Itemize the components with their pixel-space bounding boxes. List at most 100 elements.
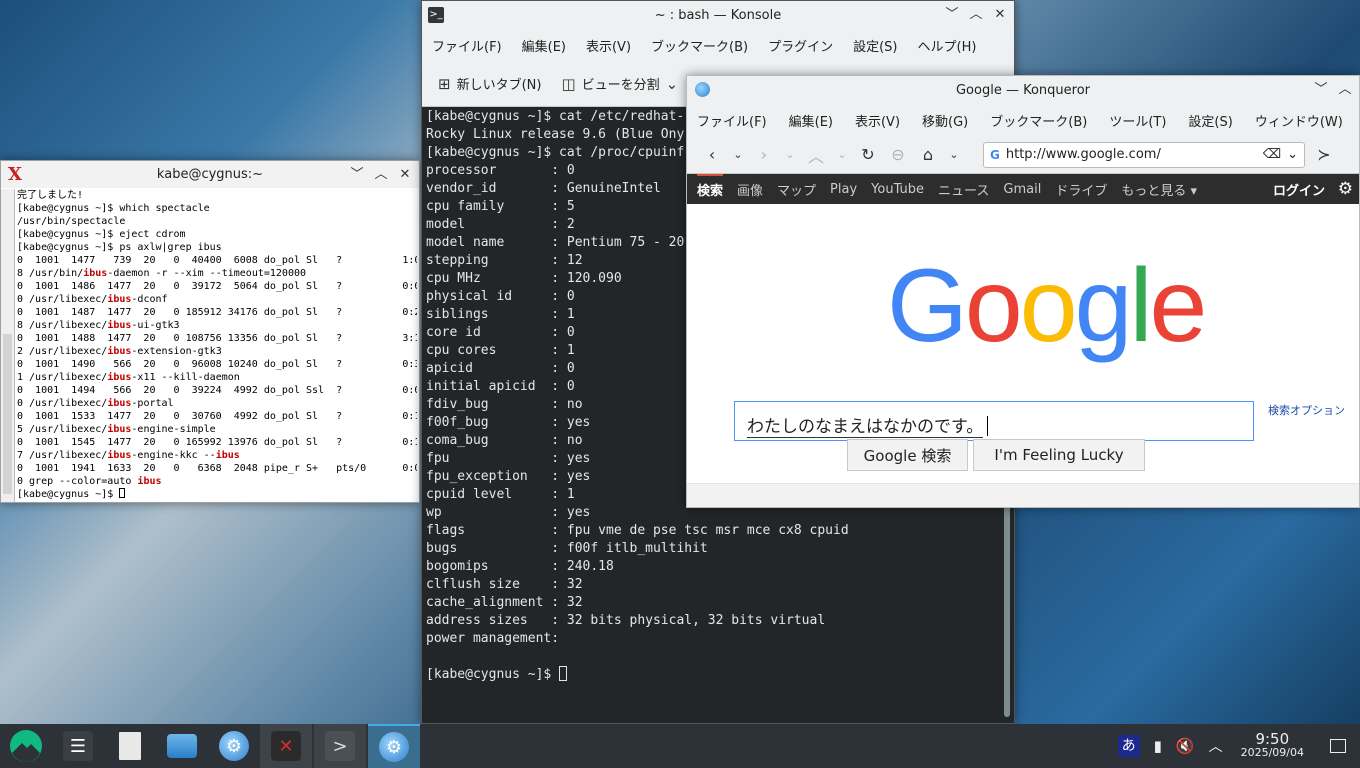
new-tab-button[interactable]: ⊞ 新しいタブ(N) xyxy=(438,74,541,94)
volume-muted-icon[interactable]: 🔇 xyxy=(1176,737,1195,755)
terminal-text: [kabe@cygnus ~]$ ps axlw|grep ibus xyxy=(17,242,222,253)
terminal-text: 0 1001 1494 566 20 0 39224 4992 do_pol S… xyxy=(17,385,417,396)
close-icon[interactable]: ✕ xyxy=(990,5,1010,25)
grep-match-text: ibus xyxy=(215,450,240,461)
logo-letter-o2: o xyxy=(1019,248,1078,364)
up-icon[interactable]: ︿ xyxy=(805,143,827,167)
gbar-drive[interactable]: ドライブ xyxy=(1055,180,1107,199)
menu-help[interactable]: ヘルプ(H) xyxy=(918,36,977,55)
xterm-scrollbar[interactable] xyxy=(1,189,15,502)
gbar-gmail[interactable]: Gmail xyxy=(1003,182,1041,197)
url-bar[interactable]: G http://www.google.com/ ⌫ ⌄ xyxy=(983,141,1305,168)
forward-icon[interactable]: › xyxy=(753,145,775,164)
app-launcher-button[interactable] xyxy=(0,724,52,768)
reload-icon[interactable]: ↻ xyxy=(857,145,879,164)
terminal-icon: >_ xyxy=(428,7,444,23)
menu-window[interactable]: ウィンドウ(W) xyxy=(1255,111,1343,130)
stop-icon[interactable]: ⊖ xyxy=(887,145,909,164)
xterm-scrollbar-thumb[interactable] xyxy=(3,334,12,494)
xterm-titlebar[interactable]: X kabe@cygnus:~ ﹀ ︿ ✕ xyxy=(1,161,419,188)
menu-go[interactable]: 移動(G) xyxy=(922,111,968,130)
gbar-news[interactable]: ニュース xyxy=(938,180,989,199)
minimize-icon[interactable]: ﹀ xyxy=(1311,80,1331,100)
konsole-titlebar[interactable]: >_ ~ : bash — Konsole ﹀ ︿ ✕ xyxy=(422,1,1014,29)
gbar-maps[interactable]: マップ xyxy=(777,180,816,199)
menu-tools[interactable]: ツール(T) xyxy=(1109,111,1166,130)
gbar-play[interactable]: Play xyxy=(830,182,857,197)
rocky-linux-icon xyxy=(10,730,42,762)
gbar-more[interactable]: もっと見る ▾ xyxy=(1121,180,1197,199)
menu-file[interactable]: ファイル(F) xyxy=(432,36,502,55)
clock-date: 2025/09/04 xyxy=(1240,746,1304,759)
google-search-button[interactable]: Google 検索 xyxy=(847,439,968,471)
browser-launcher-button[interactable]: ⚙ xyxy=(208,724,260,768)
konsole-title: ~ : bash — Konsole xyxy=(654,7,782,23)
terminal-line: 0 1001 1941 1633 20 0 6368 2048 pipe_r S… xyxy=(17,462,417,475)
menu-edit[interactable]: 編集(E) xyxy=(789,111,833,130)
terminal-line: 0 1001 1490 566 20 0 96008 10240 do_pol … xyxy=(17,358,417,371)
document-button[interactable] xyxy=(104,724,156,768)
pager-button[interactable]: ☰ xyxy=(52,724,104,768)
document-icon xyxy=(119,732,141,760)
grep-match-text: ibus xyxy=(137,476,162,487)
file-manager-button[interactable] xyxy=(156,724,208,768)
url-history-chevron-icon[interactable]: ⌄ xyxy=(1287,147,1298,162)
menu-edit[interactable]: 編集(E) xyxy=(522,36,566,55)
clock[interactable]: 9:50 2025/09/04 xyxy=(1241,732,1304,760)
xterm-window[interactable]: X kabe@cygnus:~ ﹀ ︿ ✕ 完了しました! [kabe@cygnu… xyxy=(0,160,420,503)
terminal-line: 0 1001 1545 1477 20 0 165992 13976 do_po… xyxy=(17,436,417,449)
back-history-chevron-icon[interactable]: ⌄ xyxy=(731,148,745,161)
go-icon[interactable]: ≻ xyxy=(1313,145,1335,164)
konqueror-titlebar[interactable]: Google — Konqueror ﹀ ︿ xyxy=(687,76,1359,104)
clear-url-icon[interactable]: ⌫ xyxy=(1263,147,1281,162)
google-search-input[interactable]: わたしのなまえはなかのです。 xyxy=(734,401,1254,441)
minimize-icon[interactable]: ﹀ xyxy=(347,165,367,185)
url-text[interactable]: http://www.google.com/ xyxy=(1006,147,1257,162)
ime-indicator[interactable]: あ xyxy=(1117,735,1140,757)
minimize-icon[interactable]: ﹀ xyxy=(942,5,962,25)
google-favicon-icon: G xyxy=(990,147,1000,162)
xterm-terminal-output[interactable]: 完了しました! [kabe@cygnus ~]$ which spectacle /… xyxy=(17,189,417,502)
menu-settings[interactable]: 設定(S) xyxy=(1188,111,1232,130)
gbar-youtube[interactable]: YouTube xyxy=(871,182,924,197)
menu-bookmarks[interactable]: ブックマーク(B) xyxy=(651,36,748,55)
search-options-link[interactable]: 検索オプション xyxy=(1268,402,1345,418)
usb-icon[interactable]: ▮ xyxy=(1154,737,1162,755)
terminal-text: 0 1001 1486 1477 20 0 39172 5064 do_pol … xyxy=(17,281,417,292)
terminal-cursor xyxy=(119,488,126,498)
maximize-icon[interactable]: ︿ xyxy=(966,5,986,25)
forward-history-chevron-icon[interactable]: ⌄ xyxy=(783,148,797,161)
menu-settings[interactable]: 設定(S) xyxy=(853,36,897,55)
folder-icon xyxy=(167,734,197,758)
grep-match-text: ibus xyxy=(107,450,132,461)
gear-icon[interactable]: ⚙ xyxy=(1338,179,1353,199)
feeling-lucky-button[interactable]: I'm Feeling Lucky xyxy=(973,439,1145,471)
show-desktop-icon[interactable] xyxy=(1330,739,1346,753)
task-konqueror[interactable]: ⚙ xyxy=(368,724,420,768)
home-chevron-icon[interactable]: ⌄ xyxy=(947,148,961,161)
up-chevron-icon[interactable]: ⌄ xyxy=(835,148,849,161)
back-icon[interactable]: ‹ xyxy=(701,145,723,164)
home-icon[interactable]: ⌂ xyxy=(917,145,939,164)
task-xterm[interactable]: ✕ xyxy=(260,724,312,768)
grep-match-text: ibus xyxy=(83,268,108,279)
menu-view[interactable]: 表示(V) xyxy=(855,111,900,130)
maximize-icon[interactable]: ︿ xyxy=(1335,80,1355,100)
menu-bookmarks[interactable]: ブックマーク(B) xyxy=(990,111,1087,130)
close-icon[interactable]: ✕ xyxy=(395,165,415,185)
menu-file[interactable]: ファイル(F) xyxy=(697,111,767,130)
menu-plugins[interactable]: プラグイン xyxy=(768,36,833,55)
konqueror-window[interactable]: Google — Konqueror ﹀ ︿ ファイル(F) 編集(E) 表示(… xyxy=(686,75,1360,508)
menu-view[interactable]: 表示(V) xyxy=(586,36,631,55)
maximize-icon[interactable]: ︿ xyxy=(371,165,391,185)
split-view-button[interactable]: ◫ ビューを分割 ⌄ xyxy=(561,74,679,94)
login-link[interactable]: ログイン xyxy=(1273,180,1325,199)
terminal-text: -ui-gtk3 xyxy=(131,320,180,331)
task-konsole[interactable]: > xyxy=(314,724,366,768)
chevron-up-icon[interactable]: ︿ xyxy=(1209,736,1223,756)
gbar-search[interactable]: 検索 xyxy=(697,173,724,199)
google-footer xyxy=(687,483,1359,507)
gbar-images[interactable]: 画像 xyxy=(737,180,763,199)
chevron-down-icon[interactable]: ⌄ xyxy=(666,75,679,93)
